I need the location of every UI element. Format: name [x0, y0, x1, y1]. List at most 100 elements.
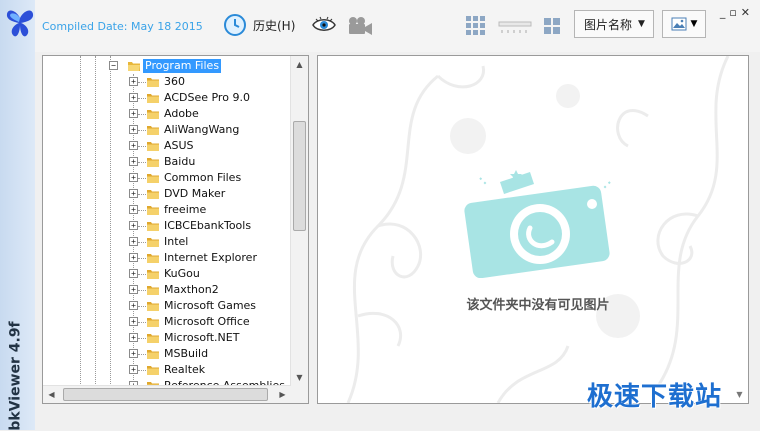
history-icon: [224, 14, 246, 36]
tree-line: [110, 56, 111, 386]
tree-vertical-scrollbar[interactable]: ▲ ▼: [290, 56, 308, 386]
preview-scrollbar[interactable]: ▼: [731, 56, 748, 403]
folder-icon: [147, 286, 159, 295]
tree-line: [80, 56, 81, 386]
chevron-down-icon: ▼: [690, 19, 698, 29]
folder-icon: [147, 302, 159, 311]
scroll-down-icon[interactable]: ▼: [731, 386, 748, 403]
tree-item-label: Internet Explorer: [164, 251, 257, 264]
scroll-thumb[interactable]: [63, 388, 268, 401]
camera-placeholder-icon: [464, 170, 611, 278]
left-sidebar: bkViewer 4.9f: [0, 0, 35, 431]
expand-icon[interactable]: +: [129, 93, 138, 102]
expand-icon[interactable]: +: [129, 173, 138, 182]
tree-line: [95, 56, 96, 386]
expand-icon[interactable]: +: [129, 237, 138, 246]
tree-item-label: freeime: [164, 203, 207, 216]
history-button[interactable]: 历史(H): [223, 11, 295, 39]
tree-connector: [138, 162, 146, 163]
tree-item-label: KuGou: [164, 267, 200, 280]
tree-item-label: AliWangWang: [164, 123, 240, 136]
expand-icon[interactable]: +: [129, 77, 138, 86]
toolbar: Compiled Date: May 18 2015 历史(H) 图片名称 ▼ …: [35, 0, 760, 52]
expand-icon[interactable]: +: [129, 109, 138, 118]
folder-icon: [147, 94, 159, 103]
folder-icon: [147, 222, 159, 231]
compiled-date: Compiled Date: May 18 2015: [42, 20, 203, 33]
tree-connector: [138, 146, 146, 147]
tree-connector: [138, 178, 146, 179]
eye-icon[interactable]: [312, 16, 336, 34]
expand-icon[interactable]: +: [129, 141, 138, 150]
tree-item-label: Microsoft Games: [164, 299, 257, 312]
folder-icon: [147, 174, 159, 183]
folder-tree[interactable]: − Program Files +360 + ACDSee Pro 9.0 + Adob…: [42, 55, 309, 404]
thumbnail-icon: [671, 17, 687, 31]
tree-item-label: Baidu: [164, 155, 196, 168]
collapse-icon[interactable]: −: [109, 61, 118, 70]
video-camera-icon[interactable]: [346, 15, 374, 37]
scroll-right-icon[interactable]: ▶: [274, 386, 291, 403]
tree-connector: [138, 194, 146, 195]
tree-item-label: ASUS: [164, 139, 194, 152]
folder-icon: [147, 190, 159, 199]
app-title: bkViewer 4.9f: [8, 321, 25, 431]
history-label: 历史(H): [253, 18, 296, 33]
folder-icon: [147, 254, 159, 263]
folder-icon: [147, 318, 159, 327]
expand-icon[interactable]: +: [129, 189, 138, 198]
tree-item-label: Program Files: [143, 59, 222, 73]
expand-icon[interactable]: +: [129, 317, 138, 326]
expand-icon[interactable]: +: [129, 333, 138, 342]
tree-connector: [138, 242, 146, 243]
tree-connector: [138, 370, 146, 371]
expand-icon[interactable]: +: [129, 285, 138, 294]
scroll-up-icon[interactable]: ▲: [291, 56, 308, 73]
folder-icon: [147, 110, 159, 119]
expand-icon[interactable]: +: [129, 253, 138, 262]
expand-icon[interactable]: +: [129, 349, 138, 358]
tree-item-label: DVD Maker: [164, 187, 226, 200]
tree-connector: [138, 210, 146, 211]
expand-icon[interactable]: +: [129, 125, 138, 134]
folder-icon: [147, 78, 159, 87]
tree-item-label: ICBCEbankTools: [164, 219, 252, 232]
expand-icon[interactable]: +: [129, 365, 138, 374]
tree-connector: [138, 226, 146, 227]
large-grid-icon[interactable]: [465, 15, 487, 37]
tree-horizontal-scrollbar[interactable]: ◀ ▶: [43, 385, 291, 403]
folder-icon: [147, 350, 159, 359]
sort-dropdown[interactable]: 图片名称 ▼: [574, 10, 654, 38]
folder-icon: [147, 270, 159, 279]
tree-item-label: ACDSee Pro 9.0: [164, 91, 250, 104]
tree-connector: [138, 98, 146, 99]
size-slider-icon[interactable]: [498, 18, 532, 36]
thumbnail-dropdown[interactable]: ▼: [662, 10, 706, 38]
scroll-left-icon[interactable]: ◀: [43, 386, 60, 403]
folder-icon: [147, 206, 159, 215]
minimize-button[interactable]: _: [720, 6, 726, 19]
logo-icon: [6, 10, 34, 37]
folder-icon: [147, 238, 159, 247]
expand-icon[interactable]: +: [129, 205, 138, 214]
scroll-corner: [291, 386, 308, 403]
tree-connector: [138, 274, 146, 275]
image-preview-panel[interactable]: 该文件夹中没有可见图片 ▼: [317, 55, 749, 404]
folder-open-icon: [128, 62, 140, 71]
expand-icon[interactable]: +: [129, 301, 138, 310]
expand-icon[interactable]: +: [129, 269, 138, 278]
tree-connector: [138, 82, 146, 83]
close-button[interactable]: ✕: [741, 6, 750, 19]
tree-item-label: Realtek: [164, 363, 206, 376]
expand-icon[interactable]: +: [129, 157, 138, 166]
tree-item-label: Microsoft.NET: [164, 331, 240, 344]
tree-item-label: Common Files: [164, 171, 242, 184]
scroll-down-icon[interactable]: ▼: [291, 369, 308, 386]
small-grid-icon[interactable]: [543, 17, 561, 35]
scroll-thumb[interactable]: [293, 121, 306, 231]
maximize-button[interactable]: ▫: [729, 6, 736, 19]
folder-icon: [147, 334, 159, 343]
sort-label: 图片名称: [584, 17, 633, 32]
expand-icon[interactable]: +: [129, 221, 138, 230]
chevron-down-icon: ▼: [638, 19, 645, 29]
